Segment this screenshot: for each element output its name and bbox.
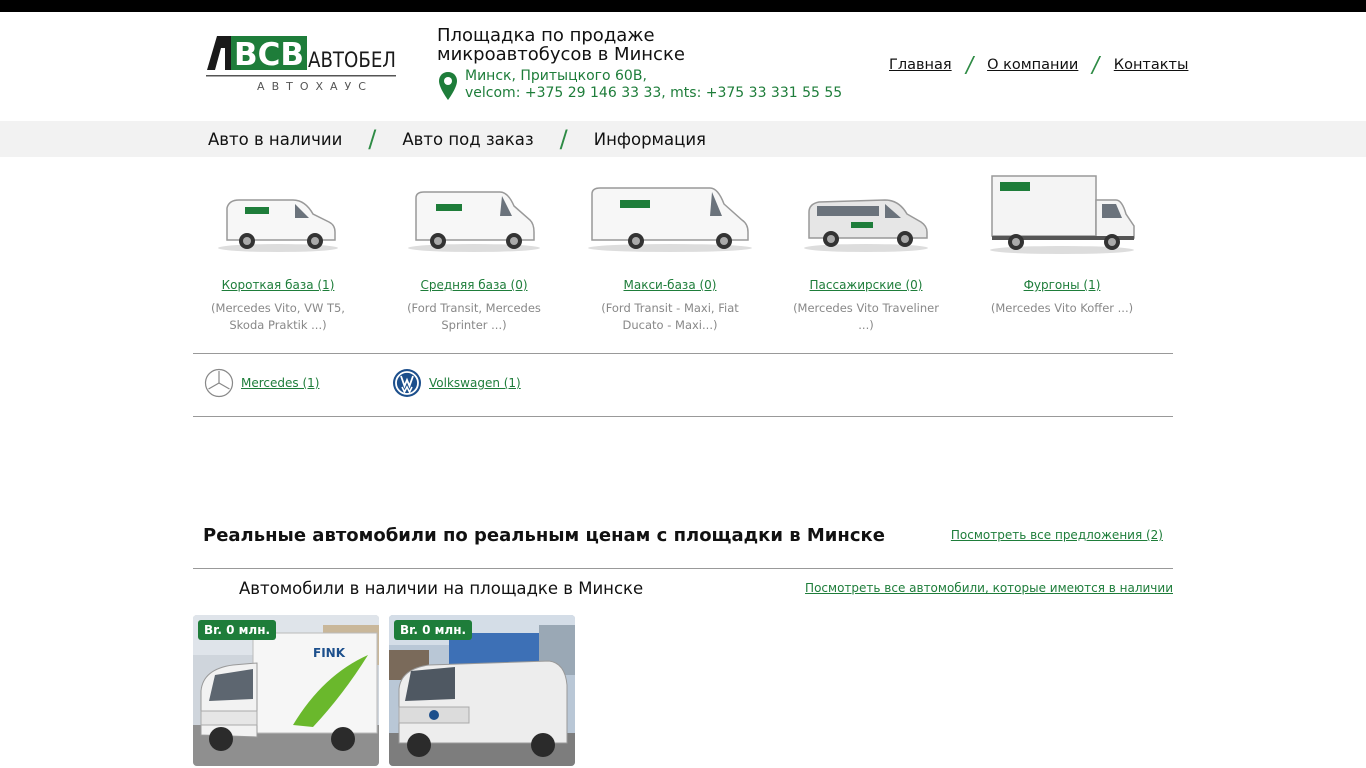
category-medium-base[interactable]: Средняя база (0) (Ford Transit, Mercedes…: [376, 170, 572, 334]
svg-text:FINK: FINK: [313, 646, 346, 660]
menu-separator: /: [368, 125, 377, 153]
price-badge: Br. 0 млн.: [198, 620, 277, 640]
passenger-van-image: [804, 199, 928, 252]
view-all-offers-link[interactable]: Посмотреть все предложения (2): [951, 528, 1163, 542]
category-description: (Mercedes Vito Traveliner ...): [793, 301, 939, 332]
available-cars-title: Автомобили в наличии на площадке в Минск…: [239, 579, 644, 598]
view-available-cars-link[interactable]: Посмотреть все автомобили, которые имеют…: [805, 581, 1173, 595]
nav-separator: /: [1090, 52, 1102, 78]
site-tagline: Площадка по продаже микроавтобусов в Мин…: [437, 25, 685, 65]
price-badge: Br. 0 млн.: [394, 620, 473, 640]
phone-line: velcom: +375 29 146 33 33, mts: +375 33 …: [465, 85, 843, 101]
short-van-image: [218, 199, 338, 252]
box-van-image: [990, 175, 1135, 254]
category-description: (Ford Transit - Maxi, Fiat Ducato - Maxi…: [601, 301, 739, 332]
category-name[interactable]: Короткая база (1): [180, 278, 376, 292]
brand-mercedes[interactable]: Mercedes (1): [204, 368, 319, 398]
category-box-vans[interactable]: Фургоны (1) (Mercedes Vito Koffer ...): [964, 170, 1160, 317]
section-title: Реальные автомобили по реальным ценам с …: [203, 525, 885, 546]
menu-item-to-order[interactable]: Авто под заказ: [402, 130, 533, 149]
category-name[interactable]: Фургоны (1): [964, 278, 1160, 292]
top-navigation: Главная / О компании / Контакты: [889, 52, 1189, 78]
category-description: (Mercedes Vito Koffer ...): [990, 301, 1134, 315]
divider: [193, 353, 1173, 354]
address-line: Минск, Притыцкого 60В,: [465, 68, 647, 84]
nav-home-link[interactable]: Главная: [889, 57, 952, 73]
category-name[interactable]: Макси-база (0): [572, 278, 768, 292]
menu-item-information[interactable]: Информация: [594, 130, 706, 149]
svg-text:АВТОБЕЛ: АВТОБЕЛ: [308, 48, 396, 72]
location-pin-icon: [439, 72, 457, 100]
menu-separator: /: [559, 125, 568, 153]
svg-text:BCB: BCB: [234, 37, 304, 73]
volkswagen-logo-icon: [393, 369, 421, 397]
category-description: (Ford Transit, Mercedes Sprinter ...): [407, 301, 541, 332]
nav-contacts-link[interactable]: Контакты: [1114, 57, 1189, 73]
svg-text:АВТОХАУС: АВТОХАУС: [257, 80, 373, 93]
category-name[interactable]: Средняя база (0): [376, 278, 572, 292]
top-black-bar: [0, 0, 1366, 12]
category-list: Короткая база (1) (Mercedes Vito, VW T5,…: [180, 170, 1160, 345]
category-passenger[interactable]: Пассажирские (0) (Mercedes Vito Travelin…: [768, 170, 964, 334]
menu-item-in-stock[interactable]: Авто в наличии: [208, 130, 342, 149]
car-card[interactable]: FINK Br. 0 млн.: [193, 615, 379, 766]
divider: [193, 416, 1173, 417]
main-menu: Авто в наличии / Авто под заказ / Информ…: [208, 121, 706, 157]
category-maxi-base[interactable]: Макси-база (0) (Ford Transit - Maxi, Fia…: [572, 170, 768, 334]
category-short-base[interactable]: Короткая база (1) (Mercedes Vito, VW T5,…: [180, 170, 376, 334]
medium-van-image: [408, 191, 540, 252]
brand-mercedes-link[interactable]: Mercedes (1): [241, 376, 319, 390]
category-description: (Mercedes Vito, VW T5, Skoda Praktik ...…: [211, 301, 345, 332]
car-card[interactable]: Br. 0 млн.: [389, 615, 575, 766]
mercedes-logo-icon: [204, 368, 234, 398]
brand-volkswagen-link[interactable]: Volkswagen (1): [429, 376, 521, 390]
nav-separator: /: [963, 52, 976, 78]
avtobel-logo[interactable]: BCB АВТОБЕЛ АВТОХАУС: [205, 34, 397, 94]
brand-volkswagen[interactable]: Volkswagen (1): [392, 368, 521, 398]
maxi-van-image: [588, 187, 752, 252]
divider: [193, 568, 1173, 569]
category-name[interactable]: Пассажирские (0): [768, 278, 964, 292]
contact-address: Минск, Притыцкого 60В, velcom: +375 29 1…: [465, 68, 842, 102]
nav-about-link[interactable]: О компании: [987, 57, 1078, 73]
